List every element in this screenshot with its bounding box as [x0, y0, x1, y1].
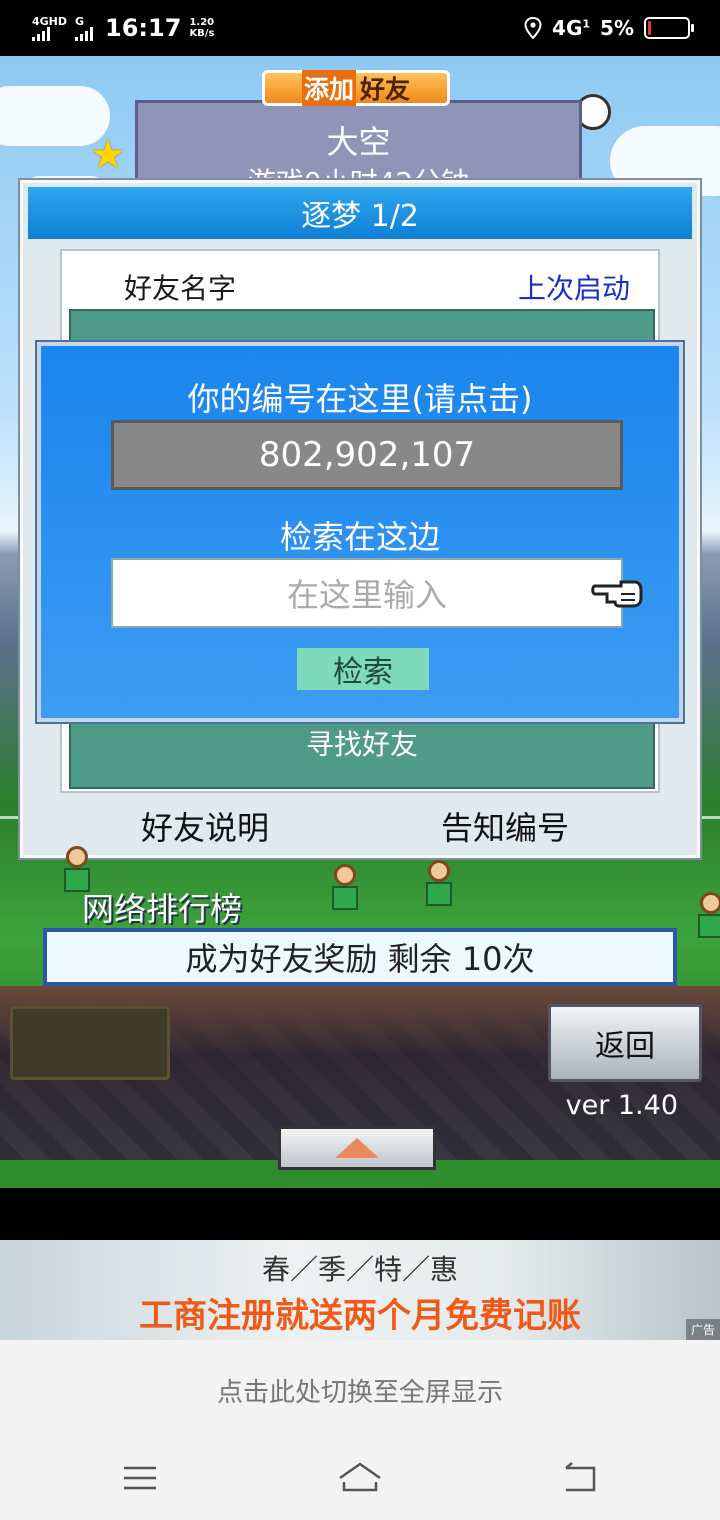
header-part2: 好友 — [360, 75, 411, 104]
signal-bars-icon — [32, 26, 50, 41]
sim1-label: 4GHD — [32, 14, 68, 28]
network-sub: 1 — [582, 17, 591, 31]
menu-icon[interactable] — [120, 1458, 160, 1498]
star-icon: ★ — [90, 132, 126, 178]
panel-title: 逐梦 1/2 — [28, 187, 692, 239]
friend-explain-button[interactable]: 好友说明 — [141, 803, 269, 849]
network-type: 4G1 — [552, 16, 590, 40]
battery-icon — [644, 17, 694, 39]
friend-id-dialog: 你的编号在这里(请点击) 802,902,107 检索在这边 在这里输入 检索 — [37, 342, 683, 722]
add-friend-header: 添加 好友 — [262, 70, 450, 106]
column-last-start[interactable]: 上次启动 — [518, 267, 630, 307]
speed-value: 1.20 — [189, 17, 215, 28]
background-profile-card: 大空 游戏0小时42分钟 — [135, 100, 582, 191]
navigation-bar — [0, 1440, 720, 1520]
player-sprite — [330, 864, 360, 914]
triangle-up-icon — [335, 1138, 379, 1158]
status-left: 4GHD G 16:17 1.20 KB/s — [32, 12, 214, 44]
player-sprite — [424, 860, 454, 910]
ranking-button[interactable]: 网络排行榜 — [82, 884, 242, 930]
fullscreen-toggle[interactable]: 点击此处切换至全屏显示 — [0, 1340, 720, 1440]
ad-subtitle: 春／季／特／惠 — [261, 1253, 458, 1286]
your-id-box[interactable]: 802,902,107 — [111, 420, 623, 490]
search-button[interactable]: 检索 — [297, 648, 429, 690]
clock: 16:17 — [105, 14, 182, 42]
find-friend-button[interactable]: 寻找好友 — [71, 723, 653, 763]
notify-id-button[interactable]: 告知编号 — [441, 803, 569, 849]
friend-reward-bar: 成为好友奖励 剩余 10次 — [43, 928, 677, 986]
column-friend-name: 好友名字 — [124, 272, 237, 305]
game-bottom-bar: 返回 ver 1.40 — [0, 986, 720, 1170]
network-speed: 1.20 KB/s — [189, 17, 214, 39]
back-icon[interactable] — [560, 1458, 600, 1498]
search-label: 检索在这边 — [279, 518, 440, 556]
battery-level — [648, 21, 651, 35]
game-screen: ★ 大空 游戏0小时42分钟 添加 好友 逐梦 1/2 好友名字 上次启动 寻找… — [0, 56, 720, 1188]
profile-name: 大空 — [326, 123, 391, 161]
item-slot[interactable] — [10, 1006, 170, 1080]
ad-headline: 工商注册就送两个月免费记账 — [139, 1296, 581, 1336]
speed-unit: KB/s — [189, 28, 215, 39]
expand-up-button[interactable] — [278, 1126, 436, 1170]
ad-badge: 广告 — [685, 1319, 720, 1340]
ranking-area[interactable]: 网络排行榜 — [24, 846, 324, 928]
network-label: 4G — [552, 16, 583, 40]
sim2-label: G — [75, 14, 85, 28]
player-sprite — [696, 892, 720, 942]
black-strip — [0, 1188, 720, 1240]
battery-percent: 5% — [600, 16, 634, 40]
header-part1: 添加 — [301, 70, 356, 106]
signal-bars-icon — [75, 26, 94, 41]
search-input[interactable]: 在这里输入 — [111, 558, 623, 628]
version-label: ver 1.40 — [565, 1090, 678, 1121]
sim1-signal: 4GHD — [32, 16, 67, 41]
hand-pointer-icon — [591, 580, 643, 608]
home-icon[interactable] — [336, 1458, 384, 1498]
return-button[interactable]: 返回 — [548, 1004, 702, 1082]
sim2-signal: G — [75, 14, 94, 41]
status-right: 4G1 5% — [524, 12, 694, 44]
status-bar: 4GHD G 16:17 1.20 KB/s 4G1 5% — [0, 0, 720, 56]
ad-banner[interactable]: 春／季／特／惠 工商注册就送两个月免费记账 广告 — [0, 1240, 720, 1340]
location-pin-icon — [524, 17, 542, 39]
your-id-label: 你的编号在这里(请点击) — [187, 380, 533, 418]
